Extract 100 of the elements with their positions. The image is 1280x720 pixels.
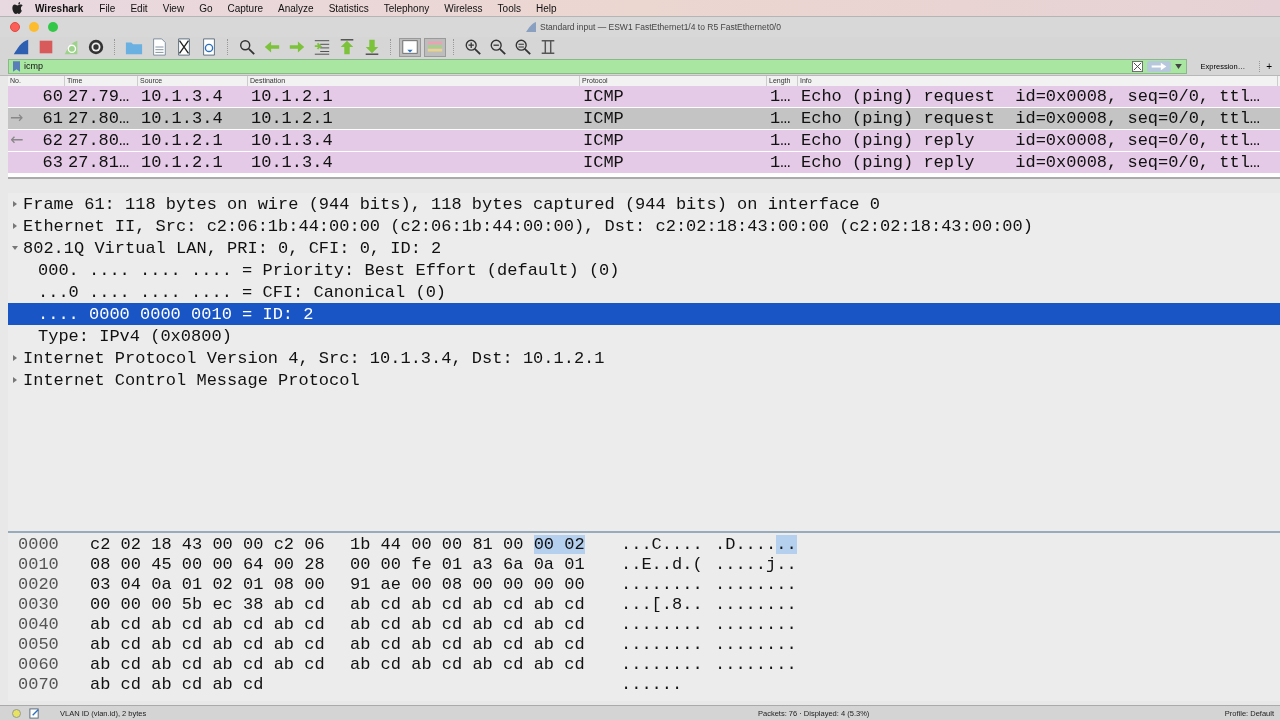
ascii-bytes[interactable]: ........ bbox=[621, 574, 703, 594]
ascii-bytes[interactable]: ..E..d.( bbox=[621, 554, 703, 574]
display-filter-field[interactable]: icmp bbox=[8, 58, 1187, 74]
ascii-bytes[interactable]: ...... bbox=[621, 674, 683, 694]
packet-row[interactable]: ← 62 27.80… 10.1.2.1 10.1.3.4 ICMP 1… Echo (ping) reply id=0x0008, seq=0/0, ttl… bbox=[8, 130, 1280, 152]
note-icon[interactable] bbox=[29, 707, 40, 719]
ascii-bytes[interactable]: .....j.. bbox=[715, 554, 797, 574]
expand-triangle-icon[interactable] bbox=[12, 223, 18, 229]
ascii-bytes[interactable]: ........ bbox=[715, 634, 797, 654]
table-cell: 10.1.2.1 bbox=[251, 87, 333, 106]
menu-item[interactable]: Statistics bbox=[328, 2, 369, 14]
expand-triangle-icon[interactable] bbox=[12, 201, 18, 207]
color-bars-icon-button[interactable] bbox=[424, 37, 446, 57]
menu-item[interactable]: Tools bbox=[497, 2, 521, 14]
byte-offset: 0060 bbox=[17, 654, 60, 674]
clear-icon[interactable] bbox=[1131, 60, 1143, 72]
tree-item[interactable]: Frame 61: 118 bytes on wire (944 bits), 118 bytes captured (944 bits) on interface 0 bbox=[8, 193, 1280, 215]
table-cell: 1… bbox=[770, 131, 791, 150]
table-cell: 62 bbox=[42, 131, 63, 150]
table-cell: 27.80… bbox=[68, 109, 130, 128]
menu-item[interactable]: File bbox=[99, 2, 116, 14]
packet-row[interactable]: 63 27.81… 10.1.2.1 10.1.3.4 ICMP 1… Echo (ping) reply id=0x0008, seq=0/0, ttl… bbox=[8, 152, 1280, 174]
hex-bytes[interactable]: ab cd ab cd ab cd ab cd bbox=[350, 654, 585, 674]
table-cell: Echo (ping) request id=0x0008, seq=0/0, ttl… bbox=[801, 109, 1261, 128]
dropdown-caret-icon[interactable] bbox=[1174, 63, 1182, 69]
ascii-bytes[interactable]: ........ bbox=[715, 654, 797, 674]
table-cell: 10.1.2.1 bbox=[141, 153, 223, 172]
tree-item[interactable]: Ethernet II, Src: c2:06:1b:44:00:00 (c2:06:1b:44:00:00), Dst: c2:02:18:43:00:00 (c2:02:18:43:00:00) bbox=[8, 215, 1280, 237]
apple-icon[interactable] bbox=[12, 2, 23, 14]
tree-item[interactable]: .... 0000 0000 0010 = ID: 2 bbox=[8, 303, 1280, 325]
autoscroll-icon-button[interactable] bbox=[399, 37, 421, 57]
table-cell: ICMP bbox=[583, 87, 624, 106]
expand-triangle-icon[interactable] bbox=[12, 377, 18, 383]
hex-bytes[interactable]: ab cd ab cd ab cd ab cd bbox=[350, 594, 585, 614]
tree-item[interactable]: Type: IPv4 (0x0800) bbox=[8, 325, 1280, 347]
byte-offset: 0070 bbox=[17, 674, 60, 694]
ascii-bytes[interactable]: .D.... bbox=[715, 534, 777, 554]
add-filter-button[interactable]: + bbox=[1259, 60, 1272, 72]
table-cell: ICMP bbox=[583, 109, 624, 128]
byte-offset: 0030 bbox=[17, 594, 60, 614]
table-cell: 27.81… bbox=[68, 153, 130, 172]
table-cell: ICMP bbox=[583, 153, 624, 172]
hex-bytes[interactable]: ab cd ab cd ab cd ab cd bbox=[90, 634, 325, 654]
byte-offset: 0050 bbox=[17, 634, 60, 654]
menu-item[interactable]: Help bbox=[535, 2, 557, 14]
ascii-bytes[interactable]: ........ bbox=[715, 574, 797, 594]
shark-fin-icon bbox=[526, 22, 536, 32]
menu-item[interactable]: Capture bbox=[227, 2, 264, 14]
menu-item[interactable]: Wireless bbox=[444, 2, 483, 14]
byte-offset: 0000 bbox=[17, 534, 60, 554]
ascii-bytes[interactable]: ...[.8.. bbox=[621, 594, 703, 614]
byte-offset: 0020 bbox=[17, 574, 60, 594]
tree-item[interactable]: Internet Control Message Protocol bbox=[8, 369, 1280, 391]
hex-bytes[interactable]: 00 02 bbox=[533, 534, 585, 554]
hex-bytes[interactable]: 00 00 00 5b ec 38 ab cd bbox=[90, 594, 325, 614]
ascii-bytes[interactable]: .. bbox=[776, 534, 797, 554]
menu-item[interactable]: Go bbox=[199, 2, 213, 14]
ascii-bytes[interactable]: ........ bbox=[621, 634, 703, 654]
table-cell: ICMP bbox=[583, 131, 624, 150]
hex-bytes[interactable]: 1b 44 00 00 81 00 bbox=[350, 534, 524, 554]
table-cell: 10.1.3.4 bbox=[141, 109, 223, 128]
hex-bytes[interactable]: ab cd ab cd ab cd ab cd bbox=[90, 614, 325, 634]
table-cell: 63 bbox=[42, 153, 63, 172]
app-menu[interactable]: Wireshark bbox=[35, 2, 84, 14]
packet-row[interactable]: → 61 27.80… 10.1.3.4 10.1.2.1 ICMP 1… Echo (ping) request id=0x0008, seq=0/0, ttl… bbox=[8, 108, 1280, 130]
byte-offset: 0010 bbox=[17, 554, 60, 574]
table-cell: 27.79… bbox=[68, 87, 130, 106]
ascii-bytes[interactable]: ........ bbox=[621, 614, 703, 634]
byte-offset: 0040 bbox=[17, 614, 60, 634]
hex-bytes[interactable]: 08 00 45 00 00 64 00 28 bbox=[90, 554, 325, 574]
tree-item[interactable]: 802.1Q Virtual LAN, PRI: 0, CFI: 0, ID: 2 bbox=[8, 237, 1280, 259]
ascii-bytes[interactable]: ........ bbox=[715, 614, 797, 634]
window-title: Standard input — ESW1 FastEthernet1/4 to R5 FastEthernet0/0 bbox=[540, 22, 781, 32]
expand-triangle-icon[interactable] bbox=[12, 355, 18, 361]
close-window-button[interactable] bbox=[10, 22, 20, 32]
table-cell: Echo (ping) request id=0x0008, seq=0/0, ttl… bbox=[801, 87, 1261, 106]
hex-bytes[interactable]: 91 ae 00 08 00 00 00 00 bbox=[350, 574, 585, 594]
ascii-bytes[interactable]: ........ bbox=[715, 594, 797, 614]
table-cell: 1… bbox=[770, 87, 791, 106]
tree-item[interactable]: 000. .... .... .... = Priority: Best Effort (default) (0) bbox=[8, 259, 1280, 281]
menu-item[interactable]: View bbox=[162, 2, 185, 14]
hex-bytes[interactable]: ab cd ab cd ab cd ab cd bbox=[90, 654, 325, 674]
menu-item[interactable]: Telephony bbox=[383, 2, 430, 14]
menu-item[interactable]: Analyze bbox=[278, 2, 314, 14]
table-cell: 1… bbox=[770, 153, 791, 172]
bookmark-icon[interactable] bbox=[13, 60, 20, 72]
tree-item[interactable]: ...0 .... .... .... = CFI: Canonical (0) bbox=[8, 281, 1280, 303]
ascii-bytes[interactable]: ...C.... bbox=[621, 534, 703, 554]
hex-bytes[interactable]: ab cd ab cd ab cd bbox=[90, 674, 264, 694]
hex-bytes[interactable]: 03 04 0a 01 02 01 08 00 bbox=[90, 574, 325, 594]
packet-row[interactable]: 60 27.79… 10.1.3.4 10.1.2.1 ICMP 1… Echo (ping) request id=0x0008, seq=0/0, ttl… bbox=[8, 86, 1280, 108]
filter-input[interactable]: icmp bbox=[24, 61, 1128, 71]
ascii-bytes[interactable]: ........ bbox=[621, 654, 703, 674]
hex-bytes[interactable]: 00 00 fe 01 a3 6a 0a 01 bbox=[350, 554, 585, 574]
tree-item[interactable]: Internet Protocol Version 4, Src: 10.1.3.4, Dst: 10.1.2.1 bbox=[8, 347, 1280, 369]
hex-bytes[interactable]: ab cd ab cd ab cd ab cd bbox=[350, 614, 585, 634]
hex-bytes[interactable]: c2 02 18 43 00 00 c2 06 bbox=[90, 534, 325, 554]
menu-item[interactable]: Edit bbox=[130, 2, 148, 14]
collapse-triangle-icon[interactable] bbox=[12, 245, 18, 251]
hex-bytes[interactable]: ab cd ab cd ab cd ab cd bbox=[350, 634, 585, 654]
